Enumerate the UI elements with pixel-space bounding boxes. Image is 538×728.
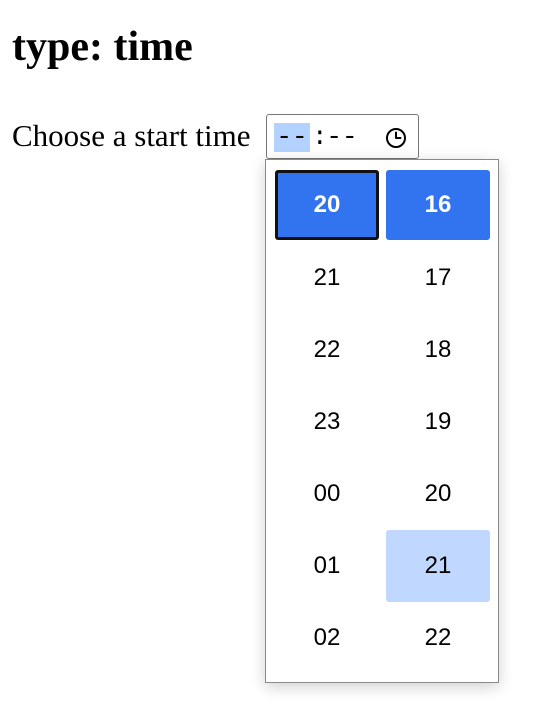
hour-option[interactable]: 21 xyxy=(275,242,379,314)
hours-segment[interactable]: -- xyxy=(274,123,310,152)
minute-option[interactable]: 19 xyxy=(386,386,490,458)
minutes-column[interactable]: 16 17 18 19 20 21 22 xyxy=(386,170,490,674)
start-time-label: Choose a start time xyxy=(12,118,251,153)
hours-column[interactable]: 20 21 22 23 00 01 02 xyxy=(275,170,379,674)
minute-option[interactable]: 18 xyxy=(386,314,490,386)
minute-option[interactable]: 16 xyxy=(386,170,490,240)
time-picker-dropdown[interactable]: 20 21 22 23 00 01 02 16 17 18 19 20 21 2… xyxy=(265,159,499,683)
clock-icon[interactable] xyxy=(385,127,407,149)
time-input-demo-page: type: time Choose a start time -- : -- 2… xyxy=(0,0,538,728)
hour-option[interactable]: 23 xyxy=(275,386,379,458)
hour-option[interactable]: 20 xyxy=(275,170,379,240)
minute-option[interactable]: 21 xyxy=(386,530,490,602)
start-time-input[interactable]: -- : -- xyxy=(266,114,419,159)
hour-option[interactable]: 22 xyxy=(275,314,379,386)
minutes-segment[interactable]: -- xyxy=(324,123,360,152)
minute-option[interactable]: 22 xyxy=(386,602,490,674)
page-title: type: time xyxy=(12,24,193,70)
time-separator: : xyxy=(312,122,328,152)
hour-option[interactable]: 02 xyxy=(275,602,379,674)
minute-option[interactable]: 17 xyxy=(386,242,490,314)
hour-option[interactable]: 01 xyxy=(275,530,379,602)
minute-option[interactable]: 20 xyxy=(386,458,490,530)
hour-option[interactable]: 00 xyxy=(275,458,379,530)
